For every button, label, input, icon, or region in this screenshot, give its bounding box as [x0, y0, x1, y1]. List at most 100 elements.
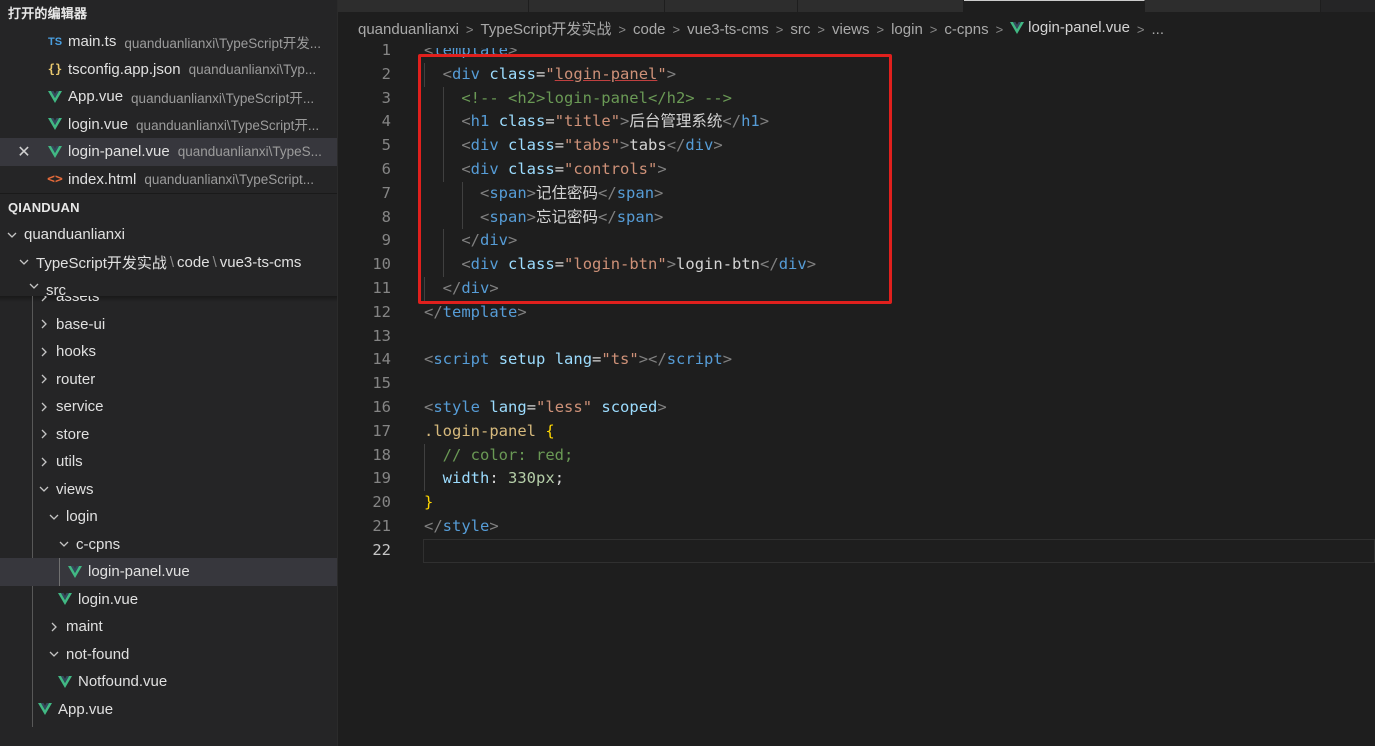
tree-label[interactable]: code [177, 254, 210, 271]
breadcrumb-item[interactable]: src [790, 21, 810, 38]
code-text: <style lang="less" scoped> [424, 397, 667, 416]
code-text: width: 330px; [442, 469, 565, 488]
chevron-right-icon: > [672, 22, 681, 37]
tree-item-folder[interactable]: hooks [0, 338, 337, 366]
tree-item-views[interactable]: views [0, 476, 337, 504]
line-number: 16 [372, 397, 391, 416]
chevron-right-icon [36, 457, 52, 467]
chevron-down-icon [46, 649, 62, 659]
tab[interactable] [338, 0, 529, 12]
breadcrumb-file[interactable]: login-panel.vue [1010, 16, 1130, 40]
chevron-right-icon: > [876, 22, 885, 37]
workspace-header[interactable]: QIANDUAN [0, 194, 337, 221]
chevron-right-icon: > [817, 22, 825, 37]
breadcrumb-item[interactable]: vue3-ts-cms [687, 21, 769, 38]
open-editors-list: TS main.ts quanduanlianxi\TypeScript开发... {… [0, 28, 337, 193]
tree-item-not-found[interactable]: not-found [0, 641, 337, 669]
tab[interactable] [665, 0, 798, 12]
tree-item-folder[interactable]: router [0, 366, 337, 394]
tree-label: App.vue [58, 700, 114, 718]
tree-label: hooks [56, 343, 97, 361]
current-line-highlight [423, 538, 1375, 563]
path-separator: \ [169, 253, 175, 271]
tree-item-login-folder[interactable]: login [0, 503, 337, 531]
tab[interactable] [798, 0, 964, 12]
open-editor-item[interactable]: ✕ login-panel.vue quanduanlianxi\TypeS... [0, 138, 337, 166]
breadcrumb-item[interactable]: login [891, 21, 923, 38]
open-editors-header[interactable]: 打开的编辑器 [0, 0, 337, 28]
tree-item-folder[interactable]: assets [0, 296, 337, 311]
tree-item-compact-path[interactable]: TypeScript开发实战 \ code \ vue3-ts-cms [0, 249, 337, 277]
line-number: 6 [381, 159, 391, 178]
breadcrumb-item: login-panel.vue [1028, 19, 1130, 36]
tree-item-folder[interactable]: base-ui [0, 311, 337, 339]
vue-file-icon [44, 90, 66, 103]
code-line: 19 width: 330px; [338, 467, 1375, 492]
tab-strip [338, 0, 1375, 13]
chevron-right-icon [36, 347, 52, 357]
tree-item-folder[interactable]: utils [0, 448, 337, 476]
tree-label[interactable]: TypeScript开发实战 [36, 252, 167, 273]
code-line: 12 </template> [338, 301, 1375, 325]
code-text: <script setup lang="ts"></script> [424, 350, 733, 369]
tree-label: login [66, 508, 98, 526]
line-number: 22 [372, 540, 391, 559]
line-number: 21 [372, 516, 391, 535]
tree-item-folder[interactable]: service [0, 393, 337, 421]
line-number: 19 [372, 469, 391, 488]
tree-label: c-cpns [76, 535, 121, 553]
open-editor-item[interactable]: <> index.html quanduanlianxi\TypeScript... [0, 166, 337, 194]
tree-item-root[interactable]: quanduanlianxi [0, 221, 337, 249]
open-editor-item[interactable]: App.vue quanduanlianxi\TypeScript开... [0, 83, 337, 111]
code-text: // color: red; [442, 445, 574, 464]
vue-file-icon [44, 118, 66, 131]
tree-item-notfound-vue[interactable]: Notfound.vue [0, 668, 337, 696]
line-number: 18 [372, 445, 391, 464]
tree-item-maint[interactable]: maint [0, 613, 337, 641]
breadcrumb-item[interactable]: TypeScript开发实战 [481, 21, 612, 38]
tab[interactable] [529, 0, 665, 12]
line-number: 11 [372, 278, 391, 297]
tab-active[interactable] [964, 0, 1145, 13]
html-file-icon: <> [47, 171, 63, 187]
tree-item-src[interactable]: src [0, 276, 337, 296]
json-file-icon: {} [47, 62, 63, 77]
line-number: 7 [381, 183, 391, 202]
chevron-right-icon: > [929, 22, 938, 37]
open-editor-item[interactable]: {} tsconfig.app.json quanduanlianxi\Typ... [0, 56, 337, 84]
close-icon[interactable]: ✕ [4, 142, 44, 162]
line-number: 3 [381, 88, 391, 107]
chevron-right-icon [36, 429, 52, 439]
tab[interactable] [1145, 0, 1321, 12]
tree-label[interactable]: vue3-ts-cms [220, 254, 302, 271]
tree-item-folder[interactable]: store [0, 421, 337, 449]
tree-item-login-vue[interactable]: login.vue [0, 586, 337, 614]
tree-label: maint [66, 618, 103, 636]
tree-item-login-panel-vue[interactable]: login-panel.vue [0, 558, 337, 586]
tree-item-c-cpns[interactable]: c-cpns [0, 531, 337, 559]
breadcrumb-item[interactable]: views [832, 21, 870, 38]
tree-label: src [46, 281, 66, 297]
chevron-right-icon: > [1136, 22, 1145, 37]
vue-file-icon [64, 565, 86, 578]
tree-label: quanduanlianxi [24, 226, 125, 244]
breadcrumb-item[interactable]: code [633, 21, 666, 38]
line-number: 10 [372, 255, 391, 274]
chevron-right-icon: > [465, 22, 474, 37]
chevron-right-icon: > [775, 22, 784, 37]
annotation-highlight-box [418, 54, 892, 304]
line-number: 14 [372, 350, 391, 369]
line-number: 15 [372, 374, 391, 393]
open-editor-item[interactable]: login.vue quanduanlianxi\TypeScript开... [0, 111, 337, 139]
tree-label: not-found [66, 645, 130, 663]
code-text: } [424, 493, 434, 512]
code-editor: quanduanlianxi > TypeScript开发实战 > code > vue3-… [338, 0, 1375, 746]
breadcrumb-item[interactable]: ... [1152, 21, 1165, 38]
chevron-right-icon [36, 402, 52, 412]
tree-item-app-vue[interactable]: App.vue [0, 696, 337, 724]
chevron-right-icon [36, 296, 52, 302]
breadcrumb-item[interactable]: quanduanlianxi [358, 21, 459, 38]
code-line: 18 // color: red; [338, 443, 1375, 468]
breadcrumb-item[interactable]: c-cpns [944, 21, 988, 38]
open-editor-item[interactable]: TS main.ts quanduanlianxi\TypeScript开发... [0, 28, 337, 56]
